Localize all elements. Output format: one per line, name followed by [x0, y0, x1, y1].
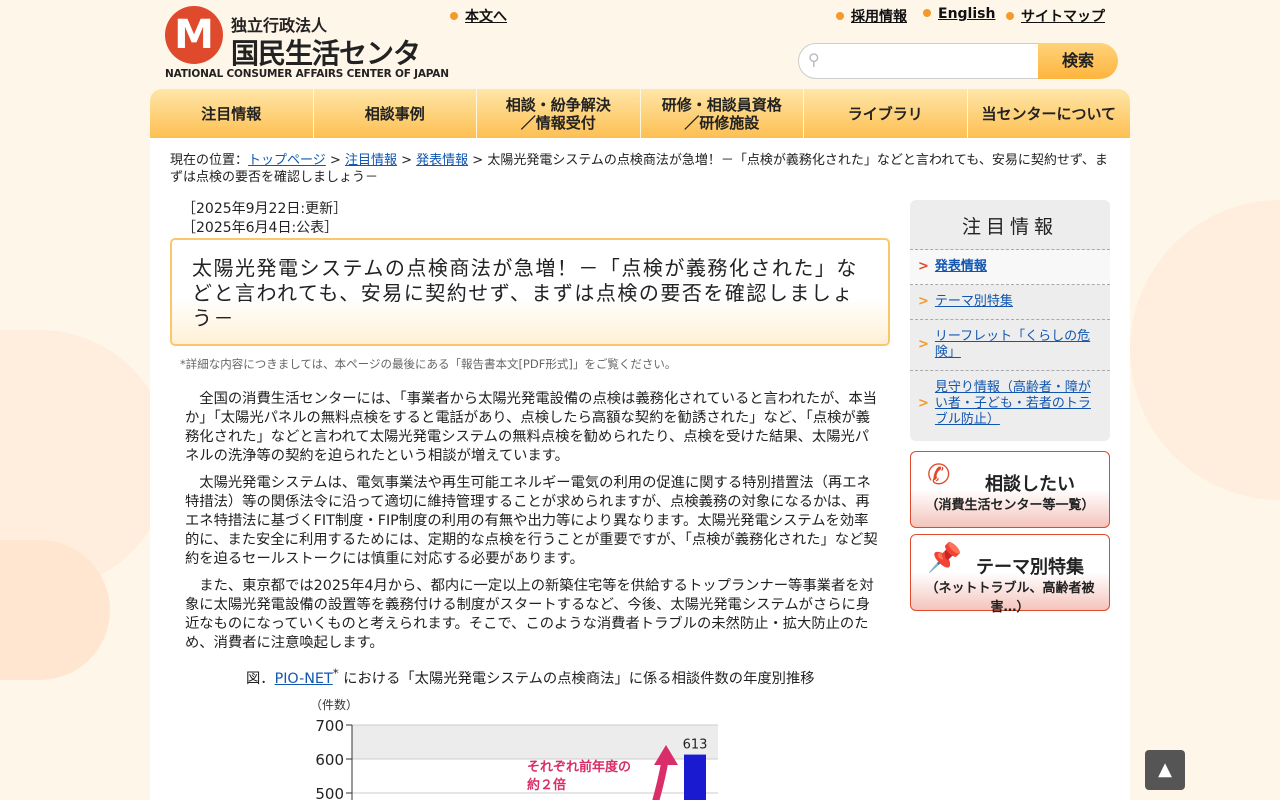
- article-title: 太陽光発電システムの点検商法が急増！－「点検が義務化された」などと言われても、安…: [170, 238, 890, 346]
- detail-note: *詳細な内容につきましては、本ページの最後にある「報告書本文[PDF形式]」をご…: [180, 357, 677, 371]
- nav-featured[interactable]: 注目情報: [150, 89, 314, 138]
- sidebar-title: 注目情報: [910, 200, 1110, 250]
- breadcrumb-featured[interactable]: 注目情報: [345, 153, 397, 168]
- paragraph: 太陽光発電システムは、電気事業法や再生可能エネルギー電気の利用の促進に関する特別…: [185, 475, 878, 567]
- y-tick-label: 600: [315, 751, 344, 769]
- chevron-right-icon: >: [918, 294, 929, 309]
- banner-sub: （ネットトラブル、高齢者被害…）: [925, 581, 1095, 615]
- nav-consultation[interactable]: 相談・紛争解決 ／情報受付: [477, 89, 641, 138]
- caption-text: における「太陽光発電システムの点検商法」に係る相談件数の年度別推移: [343, 670, 815, 687]
- sidebar-link[interactable]: 発表情報: [935, 259, 987, 275]
- sidebar-item-mimamori[interactable]: > 見守り情報（高齢者・障がい者・子ども・若者のトラブル防止）: [910, 371, 1110, 437]
- chevron-right-icon: >: [918, 337, 929, 352]
- recruit-link[interactable]: 採用情報: [836, 6, 907, 26]
- sidebar-item-theme[interactable]: > テーマ別特集: [910, 285, 1110, 320]
- bg-circle: [1130, 200, 1280, 500]
- sidebar: 注目情報 > 発表情報 > テーマ別特集 > リーフレット「くらしの危険」 > 見守り情…: [910, 200, 1110, 615]
- y-axis-label: （件数）: [310, 697, 358, 712]
- sidebar-link[interactable]: リーフレット「くらしの危険」: [935, 329, 1102, 361]
- banner-title: テーマ別特集: [976, 557, 1084, 578]
- search-button[interactable]: 検索: [1038, 43, 1118, 79]
- dates: ［2025年9月22日:更新］ ［2025年6月4日:公表］: [182, 200, 347, 238]
- header: M 独立行政法人 国民生活センター NATIONAL CONSUMER AFFA…: [150, 0, 1130, 138]
- english-link[interactable]: English: [923, 6, 995, 22]
- updated-date: ［2025年9月22日:更新］: [182, 201, 348, 217]
- sidebar-link[interactable]: テーマ別特集: [935, 294, 1013, 310]
- consult-banner[interactable]: ✆ 相談したい （消費生活センター等一覧）: [910, 451, 1110, 528]
- sidebar-item-press[interactable]: > 発表情報: [910, 250, 1110, 285]
- bar: [684, 754, 706, 800]
- growth-arrow-icon: [652, 760, 669, 800]
- chart-annotation: それぞれ前年度の約２倍: [527, 759, 631, 793]
- chevron-right-icon: >: [918, 259, 929, 274]
- consultation-chart: （件数） 700 600 500 613 それぞれ前年度の約２倍: [310, 697, 718, 800]
- banner-title: 相談したい: [985, 474, 1075, 495]
- article-body: 全国の消費生活センターには、「事業者から太陽光発電設備の点検は義務化されていると…: [185, 390, 880, 661]
- pionet-link[interactable]: PIO-NET: [275, 671, 333, 687]
- search-bar: ⚲ 検索: [798, 43, 1118, 79]
- breadcrumb-press[interactable]: 発表情報: [416, 153, 468, 168]
- bar-label: 613: [683, 738, 708, 753]
- sidebar-link[interactable]: 見守り情報（高齢者・障がい者・子ども・若者のトラブル防止）: [935, 380, 1102, 428]
- paragraph: 全国の消費生活センターには、「事業者から太陽光発電設備の点検は義務化されていると…: [185, 391, 877, 464]
- main-nav: 注目情報 相談事例 相談・紛争解決 ／情報受付 研修・相談員資格 ／研修施設 ラ…: [150, 89, 1130, 138]
- skip-to-content-link[interactable]: 本文へ: [450, 6, 507, 26]
- caption-prefix: 図．: [246, 670, 275, 687]
- breadcrumb-top[interactable]: トップページ: [248, 153, 326, 168]
- logo-name-en: NATIONAL CONSUMER AFFAIRS CENTER OF JAPA…: [165, 68, 449, 80]
- breadcrumb: 現在の位置：トップページ > 注目情報 > 発表情報 > 太陽光発電システムの点…: [170, 153, 1108, 185]
- logo-mark-icon: M: [165, 6, 223, 64]
- paragraph: また、東京都では2025年4月から、都内に一定以上の新築住宅等を供給するトップラ…: [185, 578, 874, 651]
- sitemap-link[interactable]: サイトマップ: [1006, 6, 1105, 26]
- chevron-right-icon: >: [918, 396, 929, 411]
- logo[interactable]: M 独立行政法人 国民生活センター NATIONAL CONSUMER AFFA…: [165, 6, 449, 110]
- y-tick-label: 700: [315, 717, 344, 735]
- content-panel: 現在の位置：トップページ > 注目情報 > 発表情報 > 太陽光発電システムの点…: [150, 138, 1130, 800]
- nav-library[interactable]: ライブラリ: [804, 89, 968, 138]
- caption-mark: *: [332, 666, 339, 680]
- y-tick-label: 500: [315, 785, 344, 800]
- breadcrumb-prefix: 現在の位置：: [170, 153, 249, 168]
- banner-sub: （消費生活センター等一覧）: [925, 498, 1095, 513]
- nav-cases[interactable]: 相談事例: [313, 89, 477, 138]
- search-input[interactable]: [798, 43, 1040, 79]
- figure-caption: 図．PIO-NET* における「太陽光発電システムの点検商法」に係る相談件数の年…: [246, 666, 815, 688]
- nav-training[interactable]: 研修・相談員資格 ／研修施設: [640, 89, 804, 138]
- theme-banner[interactable]: 📌 テーマ別特集 （ネットトラブル、高齢者被害…）: [910, 534, 1110, 615]
- page-top-button[interactable]: ▲: [1145, 750, 1185, 790]
- nav-about[interactable]: 当センターについて: [967, 89, 1130, 138]
- sidebar-item-leaflet[interactable]: > リーフレット「くらしの危険」: [910, 320, 1110, 371]
- featured-menu: 注目情報 > 発表情報 > テーマ別特集 > リーフレット「くらしの危険」 > 見守り情…: [910, 200, 1110, 441]
- published-date: ［2025年6月4日:公表］: [182, 220, 339, 236]
- search-icon: ⚲: [808, 50, 820, 69]
